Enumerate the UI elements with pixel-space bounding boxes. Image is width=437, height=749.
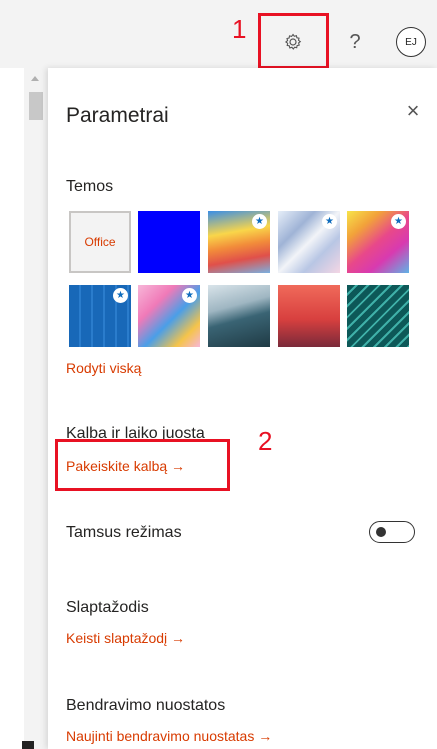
theme-office[interactable]: Office: [69, 211, 131, 273]
premium-star-icon: ★: [113, 288, 128, 303]
theme-circuit-blue[interactable]: ★: [69, 285, 131, 347]
show-all-themes-link[interactable]: Rodyti viską: [66, 360, 141, 376]
theme-abstract-light[interactable]: ★: [278, 211, 340, 273]
annotation-number-1: 1: [232, 14, 247, 44]
avatar[interactable]: EJ: [396, 27, 426, 57]
settings-button[interactable]: [278, 28, 308, 56]
change-language-link[interactable]: Pakeiskite kalbą →: [66, 458, 185, 474]
scroll-up-arrow-icon[interactable]: [31, 76, 39, 81]
change-password-link[interactable]: Keisti slaptažodį →: [66, 630, 185, 646]
help-button[interactable]: ?: [344, 28, 366, 56]
annotation-number-2: 2: [258, 426, 273, 456]
premium-star-icon: ★: [252, 214, 267, 229]
scrollbar[interactable]: [24, 68, 48, 749]
theme-office-label: Office: [84, 235, 116, 249]
theme-mountain[interactable]: [208, 285, 270, 347]
left-strip: [0, 68, 24, 749]
toggle-knob: [376, 527, 386, 537]
panel-title: Parametrai: [66, 104, 169, 127]
communication-heading: Bendravimo nuostatos: [66, 697, 226, 714]
theme-blue[interactable]: [138, 211, 200, 273]
themes-heading: Temos: [66, 178, 114, 195]
theme-circuit-teal[interactable]: [347, 285, 409, 347]
settings-panel: [48, 68, 437, 749]
premium-star-icon: ★: [391, 214, 406, 229]
theme-palms[interactable]: [278, 285, 340, 347]
update-communication-link[interactable]: Naujinti bendravimo nuostatas →: [66, 728, 272, 744]
close-button[interactable]: ×: [402, 98, 424, 123]
close-icon: ×: [406, 98, 420, 123]
premium-star-icon: ★: [182, 288, 197, 303]
password-heading: Slaptažodis: [66, 599, 149, 616]
top-bar: [0, 0, 437, 68]
help-icon: ?: [349, 30, 361, 53]
theme-pattern-pink[interactable]: ★: [138, 285, 200, 347]
avatar-initials: EJ: [405, 36, 417, 48]
bottom-block: [22, 741, 34, 749]
gear-icon: [285, 33, 302, 50]
theme-rainbow[interactable]: ★: [208, 211, 270, 273]
theme-unicorn[interactable]: ★: [347, 211, 409, 273]
premium-star-icon: ★: [322, 214, 337, 229]
dark-mode-label: Tamsus režimas: [66, 524, 182, 541]
dark-mode-toggle[interactable]: [369, 521, 415, 543]
scroll-thumb[interactable]: [29, 92, 43, 120]
